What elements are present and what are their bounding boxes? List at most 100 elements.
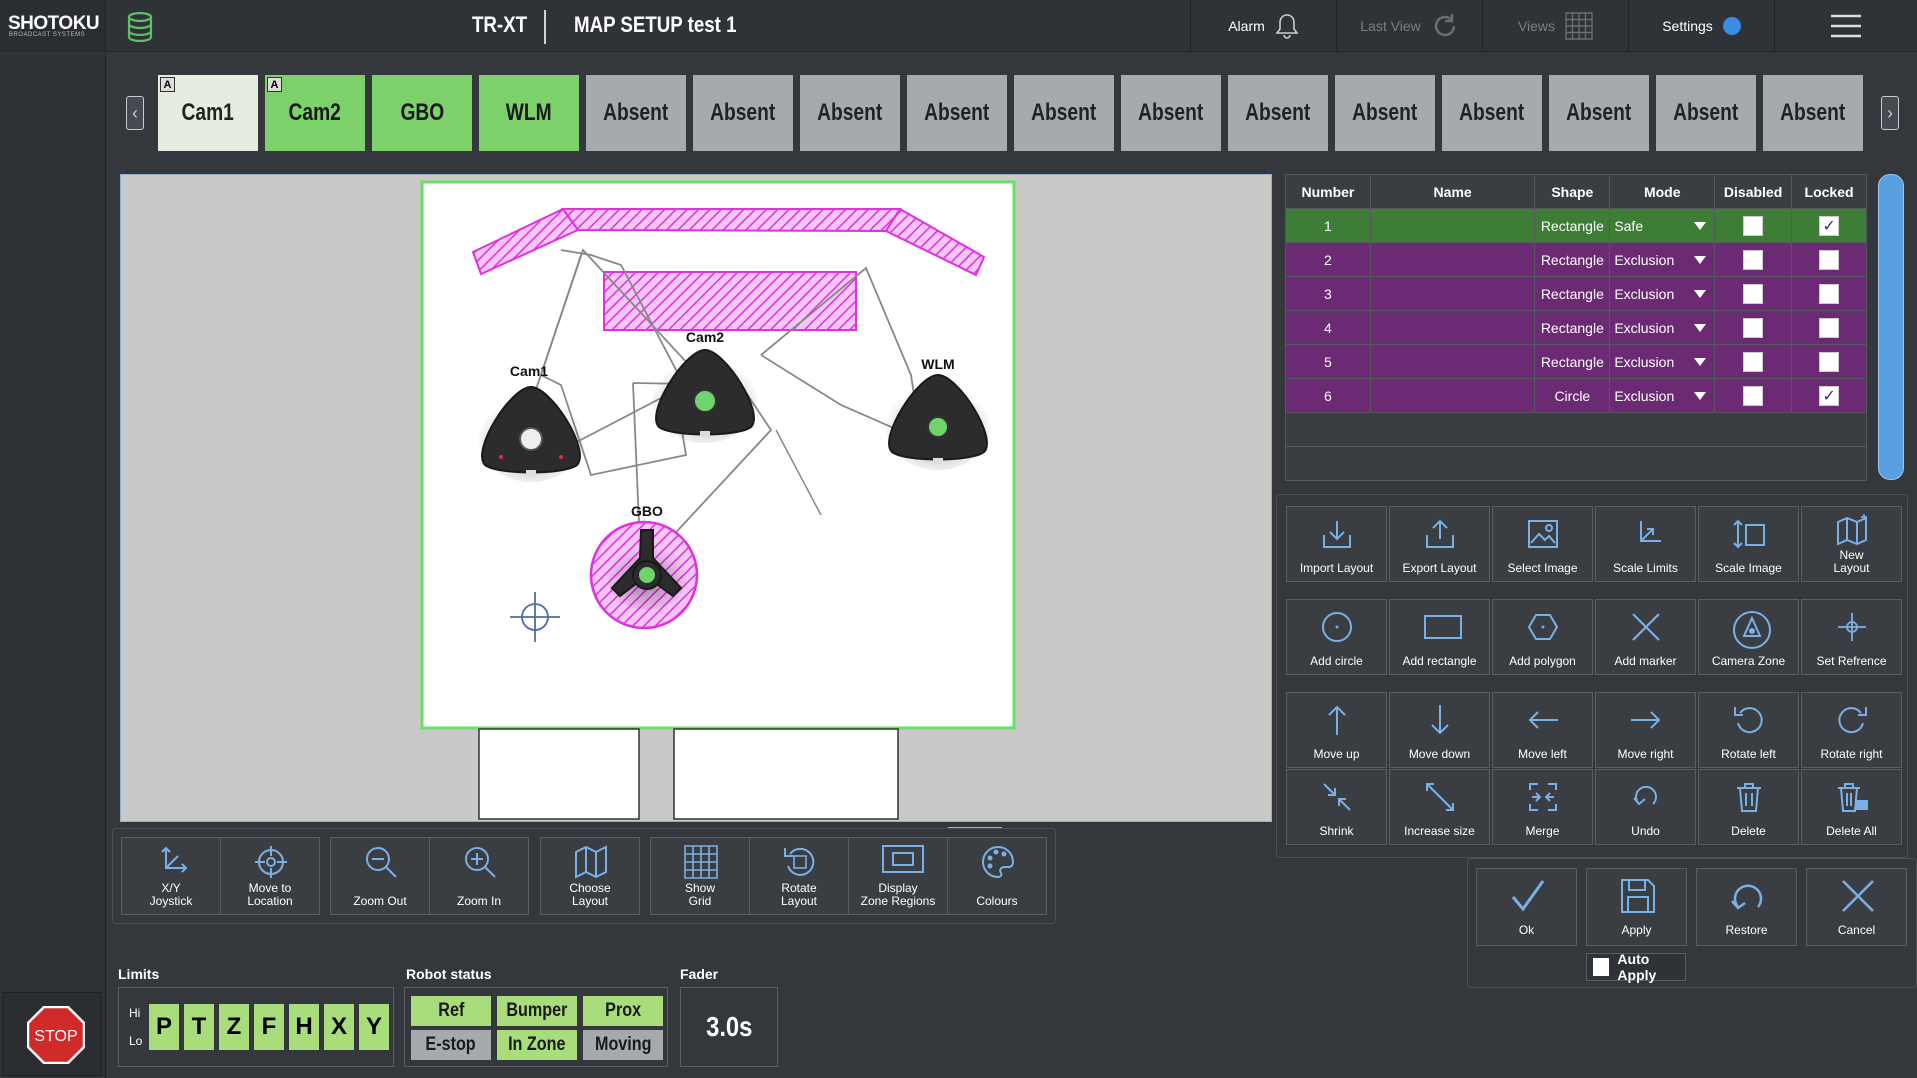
locked-checkbox[interactable]: ✓ — [1819, 215, 1840, 236]
locked-checkbox[interactable] — [1819, 283, 1840, 304]
export-layout-button[interactable]: Export Layout — [1389, 506, 1490, 582]
camera-tab-2[interactable]: Cam2 A — [265, 75, 365, 151]
table-row[interactable]: 6 Circle Exclusion ✓ — [1285, 378, 1867, 413]
map-canvas[interactable]: Cam1 Cam2 WLM GBO — [120, 174, 1272, 822]
auto-apply-checkbox[interactable]: Auto Apply — [1586, 951, 1686, 983]
database-icon[interactable] — [126, 12, 154, 42]
zone-mode-select[interactable]: Exclusion — [1609, 344, 1716, 379]
delete-button[interactable]: Delete — [1698, 769, 1799, 845]
colours-button[interactable]: Colours — [947, 837, 1047, 915]
add-polygon-button[interactable]: Add polygon — [1492, 599, 1593, 675]
table-row[interactable]: 4 Rectangle Exclusion — [1285, 310, 1867, 345]
camera-tab-7[interactable]: Absent — [800, 75, 900, 151]
zoom-in-button[interactable]: Zoom In — [429, 837, 529, 915]
restore-button[interactable]: Restore — [1696, 868, 1797, 946]
shrink-button[interactable]: Shrink — [1286, 769, 1387, 845]
move-to-location-button[interactable]: Move to Location — [220, 837, 320, 915]
locked-checkbox[interactable]: ✓ — [1819, 385, 1840, 406]
increase-size-button[interactable]: Increase size — [1389, 769, 1490, 845]
camera-tab-15[interactable]: Absent — [1656, 75, 1756, 151]
set-reference-button[interactable]: Set Refrence — [1801, 599, 1902, 675]
camera-tab-4[interactable]: WLM — [479, 75, 579, 151]
camera-tab-1[interactable]: Cam1 A — [158, 75, 258, 151]
zone-mode-select[interactable]: Exclusion — [1609, 310, 1716, 345]
table-row[interactable]: 3 Rectangle Exclusion — [1285, 276, 1867, 311]
table-row[interactable]: 2 Rectangle Exclusion — [1285, 242, 1867, 277]
table-scrollbar[interactable] — [1878, 174, 1904, 480]
choose-layout-button[interactable]: Choose Layout — [540, 837, 640, 915]
cancel-button[interactable]: Cancel — [1806, 868, 1907, 946]
rotate-layout-button[interactable]: Rotate Layout — [749, 837, 849, 915]
zone-mode-select[interactable]: Safe — [1609, 208, 1716, 243]
col-mode[interactable]: Mode — [1609, 174, 1716, 209]
table-row[interactable]: 5 Rectangle Exclusion — [1285, 344, 1867, 379]
delete-all-button[interactable]: Delete All — [1801, 769, 1902, 845]
move-right-button[interactable]: Move right — [1595, 692, 1696, 768]
disabled-checkbox[interactable] — [1743, 283, 1764, 304]
camera-tab-3[interactable]: GBO — [372, 75, 472, 151]
scale-image-button[interactable]: Scale Image — [1698, 506, 1799, 582]
views-button[interactable]: Views — [1482, 0, 1628, 52]
col-number[interactable]: Number — [1285, 174, 1371, 209]
settings-button[interactable]: Settings — [1628, 0, 1774, 52]
zone-name[interactable] — [1369, 344, 1536, 379]
cam-scroll-left-button[interactable]: ‹ — [126, 96, 144, 130]
alarm-button[interactable]: Alarm — [1190, 0, 1336, 52]
camera-tab-13[interactable]: Absent — [1442, 75, 1542, 151]
menu-button[interactable] — [1774, 0, 1917, 52]
camera-tab-10[interactable]: Absent — [1121, 75, 1221, 151]
zone-mode-select[interactable]: Exclusion — [1609, 242, 1716, 277]
table-row[interactable]: 1 Rectangle Safe ✓ — [1285, 208, 1867, 243]
undo-button[interactable]: Undo — [1595, 769, 1696, 845]
rotate-right-button[interactable]: Rotate right — [1801, 692, 1902, 768]
merge-button[interactable]: Merge — [1492, 769, 1593, 845]
col-locked[interactable]: Locked — [1791, 174, 1867, 209]
zone-name[interactable] — [1369, 310, 1536, 345]
camera-tab-11[interactable]: Absent — [1228, 75, 1328, 151]
display-zone-regions-button[interactable]: Display Zone Regions — [848, 837, 948, 915]
add-marker-button[interactable]: Add marker — [1595, 599, 1696, 675]
camera-zone-button[interactable]: Camera Zone — [1698, 599, 1799, 675]
new-layout-button[interactable]: New Layout — [1801, 506, 1902, 582]
disabled-checkbox[interactable] — [1743, 249, 1764, 270]
move-left-button[interactable]: Move left — [1492, 692, 1593, 768]
move-up-button[interactable]: Move up — [1286, 692, 1387, 768]
camera-tab-12[interactable]: Absent — [1335, 75, 1435, 151]
disabled-checkbox[interactable] — [1743, 351, 1764, 372]
col-name[interactable]: Name — [1369, 174, 1536, 209]
stop-button[interactable]: STOP — [2, 992, 102, 1076]
auto-apply-box[interactable] — [1593, 958, 1610, 976]
camera-tab-16[interactable]: Absent — [1763, 75, 1863, 151]
fader-value[interactable]: 3.0s — [680, 987, 778, 1067]
zone-name[interactable] — [1369, 276, 1536, 311]
col-shape[interactable]: Shape — [1534, 174, 1611, 209]
rotate-left-button[interactable]: Rotate left — [1698, 692, 1799, 768]
locked-checkbox[interactable] — [1819, 317, 1840, 338]
add-circle-button[interactable]: Add circle — [1286, 599, 1387, 675]
zone-name[interactable] — [1369, 378, 1536, 413]
disabled-checkbox[interactable] — [1743, 385, 1764, 406]
apply-button[interactable]: Apply — [1586, 868, 1687, 946]
show-grid-button[interactable]: Show Grid — [650, 837, 750, 915]
camera-tab-5[interactable]: Absent — [586, 75, 686, 151]
disabled-checkbox[interactable] — [1743, 215, 1764, 236]
camera-tab-8[interactable]: Absent — [907, 75, 1007, 151]
last-view-button[interactable]: Last View — [1336, 0, 1482, 52]
camera-tab-6[interactable]: Absent — [693, 75, 793, 151]
import-layout-button[interactable]: Import Layout — [1286, 506, 1387, 582]
select-image-button[interactable]: Select Image — [1492, 506, 1593, 582]
zone-mode-select[interactable]: Exclusion — [1609, 276, 1716, 311]
zone-name[interactable] — [1369, 208, 1536, 243]
zone-mode-select[interactable]: Exclusion — [1609, 378, 1716, 413]
xy-joystick-button[interactable]: X/Y Joystick — [121, 837, 221, 915]
camera-tab-9[interactable]: Absent — [1014, 75, 1114, 151]
cam-scroll-right-button[interactable]: › — [1881, 96, 1899, 130]
zoom-out-button[interactable]: Zoom Out — [330, 837, 430, 915]
move-down-button[interactable]: Move down — [1389, 692, 1490, 768]
zone-name[interactable] — [1369, 242, 1536, 277]
disabled-checkbox[interactable] — [1743, 317, 1764, 338]
camera-tab-14[interactable]: Absent — [1549, 75, 1649, 151]
col-disabled[interactable]: Disabled — [1714, 174, 1793, 209]
scale-limits-button[interactable]: Scale Limits — [1595, 506, 1696, 582]
locked-checkbox[interactable] — [1819, 249, 1840, 270]
